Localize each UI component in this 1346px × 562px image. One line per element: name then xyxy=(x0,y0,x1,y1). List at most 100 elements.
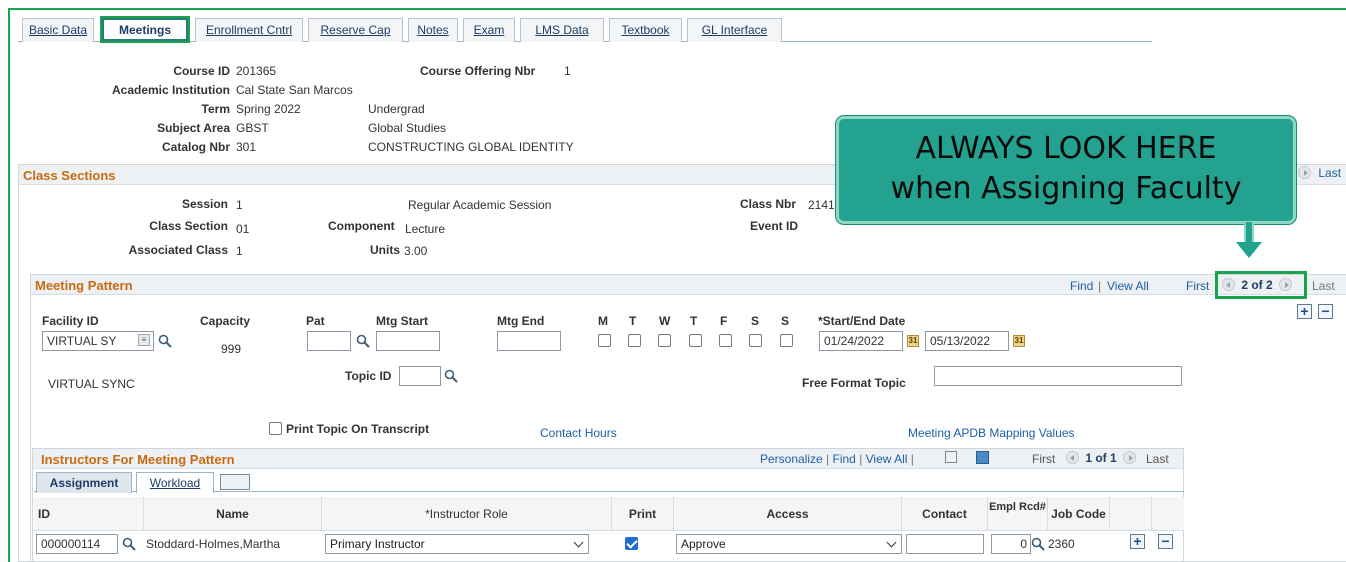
col-name: Name xyxy=(144,497,322,531)
class-sections-last[interactable]: Last xyxy=(1318,166,1341,180)
search-icon[interactable] xyxy=(122,537,136,551)
instructors-last[interactable]: Last xyxy=(1146,452,1169,466)
add-instructor-icon[interactable]: + xyxy=(1130,534,1145,549)
pat-input[interactable] xyxy=(307,331,351,351)
pat-label: Pat xyxy=(306,314,325,328)
tab-basic-data[interactable]: Basic Data xyxy=(22,18,94,42)
day-t-checkbox[interactable] xyxy=(628,334,641,347)
instructor-role-select[interactable]: Primary Instructor xyxy=(325,534,589,554)
workload-tab[interactable]: Workload xyxy=(136,472,214,493)
download-excel-icon[interactable] xyxy=(976,451,989,464)
meeting-pattern-title: Meeting Pattern xyxy=(35,278,133,293)
zoom-grid-icon[interactable] xyxy=(945,451,957,463)
instructors-header: Instructors For Meeting Pattern xyxy=(33,449,1183,469)
meeting-view-all-link[interactable]: View All xyxy=(1107,279,1149,293)
tab-meetings[interactable]: Meetings xyxy=(100,16,190,43)
topic-id-input[interactable] xyxy=(399,366,441,386)
empl-rcd-input[interactable]: 0 xyxy=(991,534,1031,554)
tab-exam[interactable]: Exam xyxy=(463,18,515,42)
course-id-value: 201365 xyxy=(236,64,277,78)
contact-input[interactable] xyxy=(906,534,984,554)
facility-description: VIRTUAL SYNC xyxy=(48,377,135,391)
mtg-end-input[interactable] xyxy=(497,331,561,351)
chevron-down-icon xyxy=(886,537,897,548)
show-all-columns-icon[interactable] xyxy=(220,474,250,490)
day-th-label: T xyxy=(690,314,698,328)
class-nbr-label: Class Nbr xyxy=(740,197,797,211)
callout-arrow xyxy=(1244,222,1254,244)
day-su-checkbox[interactable] xyxy=(780,334,793,347)
search-icon[interactable] xyxy=(158,334,172,348)
next-icon[interactable] xyxy=(1123,451,1137,465)
tab-reserve-cap[interactable]: Reserve Cap xyxy=(308,18,403,42)
session-value: 1 xyxy=(236,198,243,212)
units-value: 3.00 xyxy=(404,244,428,258)
col-empl-rcd: Empl Rcd# xyxy=(988,497,1048,531)
class-sections-nav[interactable]: Last xyxy=(1298,166,1341,180)
calendar-icon[interactable]: 31 xyxy=(907,335,919,347)
callout-line2: when Assigning Faculty xyxy=(890,171,1242,206)
meeting-last-link[interactable]: Last xyxy=(1312,279,1335,293)
catalog-desc: CONSTRUCTING GLOBAL IDENTITY xyxy=(368,140,574,154)
free-format-topic-input[interactable] xyxy=(934,366,1182,386)
component-value: Lecture xyxy=(405,222,446,236)
instructors-view-all-link[interactable]: View All xyxy=(866,452,908,466)
instructors-find-link[interactable]: Find xyxy=(833,452,856,466)
col-id: ID xyxy=(34,497,144,531)
tab-enrollment-cntrl[interactable]: Enrollment Cntrl xyxy=(195,18,303,42)
add-row-icon[interactable]: + xyxy=(1297,304,1312,319)
mtg-start-input[interactable] xyxy=(376,331,440,351)
end-date-input[interactable]: 05/13/2022 xyxy=(925,331,1009,351)
col-access: Access xyxy=(674,497,902,531)
col-actions xyxy=(1110,497,1152,531)
day-w-checkbox[interactable] xyxy=(658,334,671,347)
delete-row-icon[interactable]: − xyxy=(1318,304,1333,319)
meeting-first-link[interactable]: First xyxy=(1186,279,1209,293)
meeting-find-link[interactable]: Find xyxy=(1070,279,1093,293)
instructors-first[interactable]: First xyxy=(1032,452,1055,466)
subject-value: GBST xyxy=(236,121,269,135)
tab-lms-data[interactable]: LMS Data xyxy=(520,18,604,42)
associated-class-value: 1 xyxy=(236,244,243,258)
print-checkbox[interactable] xyxy=(625,537,638,550)
day-m-checkbox[interactable] xyxy=(598,334,611,347)
class-nbr-value: 2141 xyxy=(808,198,835,212)
tab-gl-interface[interactable]: GL Interface xyxy=(687,18,782,42)
day-f-checkbox[interactable] xyxy=(719,334,732,347)
instructor-name: Stoddard-Holmes,Martha xyxy=(146,537,281,551)
subject-label: Subject Area xyxy=(157,121,230,135)
prev-icon[interactable] xyxy=(1066,451,1079,465)
next-icon[interactable] xyxy=(1298,166,1311,180)
instructors-pager-text: 1 of 1 xyxy=(1085,451,1117,465)
assignment-tab[interactable]: Assignment xyxy=(36,472,132,493)
search-icon[interactable] xyxy=(444,369,458,383)
delete-instructor-icon[interactable]: − xyxy=(1158,534,1173,549)
arrow-down-icon xyxy=(1236,242,1262,258)
col-instructor-role: *Instructor Role xyxy=(322,497,612,531)
search-icon[interactable] xyxy=(1031,537,1045,551)
contact-hours-link[interactable]: Contact Hours xyxy=(540,426,617,440)
term-label: Term xyxy=(201,102,230,116)
day-su-label: S xyxy=(781,314,790,328)
catalog-label: Catalog Nbr xyxy=(161,140,230,154)
personalize-link[interactable]: Personalize xyxy=(760,452,823,466)
day-w-label: W xyxy=(659,314,671,328)
tab-textbook[interactable]: Textbook xyxy=(609,18,682,42)
day-th-checkbox[interactable] xyxy=(689,334,702,347)
access-select[interactable]: Approve xyxy=(676,534,902,554)
session-label: Session xyxy=(181,197,228,211)
print-topic-checkbox[interactable] xyxy=(269,422,282,435)
search-icon[interactable] xyxy=(356,334,370,348)
instructors-toolbar: Personalize | Find | View All | xyxy=(760,452,914,466)
class-section-value: 01 xyxy=(236,222,250,236)
apdb-mapping-link[interactable]: Meeting APDB Mapping Values xyxy=(908,426,1075,440)
day-sa-checkbox[interactable] xyxy=(749,334,762,347)
start-date-input[interactable]: 01/24/2022 xyxy=(819,331,903,351)
tab-notes[interactable]: Notes xyxy=(408,18,458,42)
topic-id-label: Topic ID xyxy=(345,369,392,383)
lookup-list-icon[interactable]: ≡ xyxy=(138,334,150,346)
session-desc: Regular Academic Session xyxy=(408,198,552,212)
instructor-id-input[interactable]: 000000114 xyxy=(36,534,118,554)
access-value: Approve xyxy=(681,537,726,551)
calendar-icon[interactable]: 31 xyxy=(1013,335,1025,347)
